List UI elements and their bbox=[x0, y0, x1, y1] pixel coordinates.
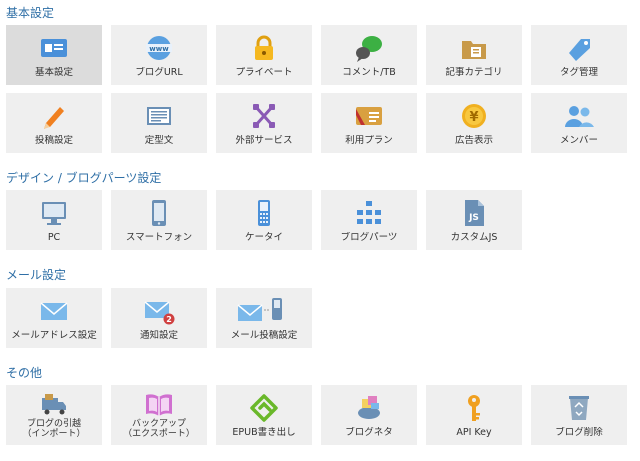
tile-tags[interactable]: タグ管理 bbox=[531, 25, 627, 85]
tile-external-services[interactable]: 外部サービス bbox=[216, 93, 312, 153]
tile-blog-neta[interactable]: ブログネタ bbox=[321, 385, 417, 445]
tile-label: プライベート bbox=[235, 67, 293, 78]
svg-text:www: www bbox=[149, 45, 169, 53]
tile-label: API Key bbox=[456, 427, 492, 438]
member-card-icon bbox=[353, 101, 385, 131]
blocks-icon bbox=[353, 198, 385, 228]
tile-label: コメント/TB bbox=[342, 67, 396, 78]
tile-label: タグ管理 bbox=[559, 67, 598, 78]
tile-pc[interactable]: PC bbox=[6, 190, 102, 250]
svg-text:¥: ¥ bbox=[469, 110, 478, 125]
tile-label-line2: （エクスポート） bbox=[123, 429, 195, 439]
tile-basic-settings[interactable]: 基本設定 bbox=[6, 25, 102, 85]
epub-logo-icon bbox=[248, 393, 280, 423]
smartphone-icon bbox=[143, 198, 175, 228]
pencil-icon bbox=[38, 101, 70, 131]
section-title-basic: 基本設定 bbox=[6, 6, 55, 20]
section-title-mail: メール設定 bbox=[6, 268, 67, 282]
envelope-icon bbox=[38, 296, 70, 326]
monitor-icon bbox=[38, 198, 70, 228]
connection-network-icon bbox=[248, 101, 280, 131]
tile-api-key[interactable]: API Key bbox=[426, 385, 522, 445]
tile-smartphone[interactable]: スマートフォン bbox=[111, 190, 207, 250]
tile-ads[interactable]: ¥ 広告表示 bbox=[426, 93, 522, 153]
tile-label: メール投稿設定 bbox=[230, 330, 298, 341]
tile-label: 定型文 bbox=[144, 135, 174, 146]
folder-icon bbox=[458, 33, 490, 63]
moving-truck-icon bbox=[38, 389, 70, 417]
tile-category[interactable]: 記事カテゴリ bbox=[426, 25, 522, 85]
tile-mail-address[interactable]: メールアドレス設定 bbox=[6, 288, 102, 348]
tile-label: 外部サービス bbox=[235, 135, 293, 146]
tile-label: 広告表示 bbox=[454, 135, 493, 146]
tile-label: 通知設定 bbox=[139, 330, 178, 341]
idea-bubble-icon bbox=[353, 393, 385, 423]
mobile-phone-icon bbox=[248, 198, 280, 228]
tile-label-line1: ブログの引越 bbox=[26, 419, 81, 429]
section-title-other: その他 bbox=[6, 366, 43, 380]
tile-import[interactable]: ブログの引越 （インポート） bbox=[6, 385, 102, 445]
id-card-icon bbox=[38, 33, 70, 63]
tile-mail-post[interactable]: メール投稿設定 bbox=[216, 288, 312, 348]
js-file-icon: JS bbox=[458, 198, 490, 228]
document-text-icon bbox=[143, 101, 175, 131]
tile-label: カスタムJS bbox=[450, 232, 498, 243]
yen-coin-icon: ¥ bbox=[458, 101, 490, 131]
tile-label: ブログURL bbox=[135, 67, 183, 78]
tile-label: EPUB書き出し bbox=[232, 427, 296, 438]
tile-label: メンバー bbox=[559, 135, 598, 146]
tile-label: PC bbox=[47, 232, 61, 243]
tile-label-line1: バックアップ bbox=[131, 419, 186, 429]
tile-custom-js[interactable]: JS カスタムJS bbox=[426, 190, 522, 250]
tile-label: バックアップ （エクスポート） bbox=[111, 419, 207, 439]
tile-label: 利用プラン bbox=[345, 135, 393, 146]
tile-privacy[interactable]: プライベート bbox=[216, 25, 312, 85]
section-title-design: デザイン / ブログパーツ設定 bbox=[6, 171, 162, 185]
lock-icon bbox=[248, 33, 280, 63]
js-icon-text: JS bbox=[468, 213, 479, 223]
tile-plan[interactable]: 利用プラン bbox=[321, 93, 417, 153]
tile-blog-url[interactable]: www ブログURL bbox=[111, 25, 207, 85]
tile-label: ケータイ bbox=[244, 232, 283, 243]
tile-members[interactable]: メンバー bbox=[531, 93, 627, 153]
recycle-bin-icon bbox=[563, 393, 595, 423]
tile-template-text[interactable]: 定型文 bbox=[111, 93, 207, 153]
tile-label: メールアドレス設定 bbox=[11, 330, 97, 341]
key-icon bbox=[458, 393, 490, 423]
tile-backup[interactable]: バックアップ （エクスポート） bbox=[111, 385, 207, 445]
tile-label: 記事カテゴリ bbox=[445, 67, 503, 78]
tile-label: 基本設定 bbox=[34, 67, 73, 78]
tile-keitai[interactable]: ケータイ bbox=[216, 190, 312, 250]
tile-post-settings[interactable]: 投稿設定 bbox=[6, 93, 102, 153]
users-icon bbox=[563, 101, 595, 131]
open-book-icon bbox=[143, 389, 175, 417]
tile-comment-tb[interactable]: コメント/TB bbox=[321, 25, 417, 85]
tile-notification[interactable]: 2 通知設定 bbox=[111, 288, 207, 348]
envelope-badge-icon: 2 bbox=[143, 296, 175, 326]
www-globe-icon: www bbox=[143, 33, 175, 63]
tile-label: ブログネタ bbox=[345, 427, 393, 438]
tile-label: 投稿設定 bbox=[34, 135, 73, 146]
mail-to-phone-icon bbox=[236, 296, 292, 326]
notification-count-badge: 2 bbox=[166, 315, 172, 324]
tile-blog-parts[interactable]: ブログパーツ bbox=[321, 190, 417, 250]
tag-icon bbox=[563, 33, 595, 63]
tile-label: ブログパーツ bbox=[340, 232, 398, 243]
tile-label: スマートフォン bbox=[125, 232, 193, 243]
tile-delete-blog[interactable]: ブログ削除 bbox=[531, 385, 627, 445]
tile-label: ブログ削除 bbox=[555, 427, 603, 438]
tile-epub[interactable]: EPUB書き出し bbox=[216, 385, 312, 445]
tile-label: ブログの引越 （インポート） bbox=[6, 419, 102, 439]
tile-label-line2: （インポート） bbox=[22, 429, 86, 439]
speech-bubbles-icon bbox=[353, 33, 385, 63]
